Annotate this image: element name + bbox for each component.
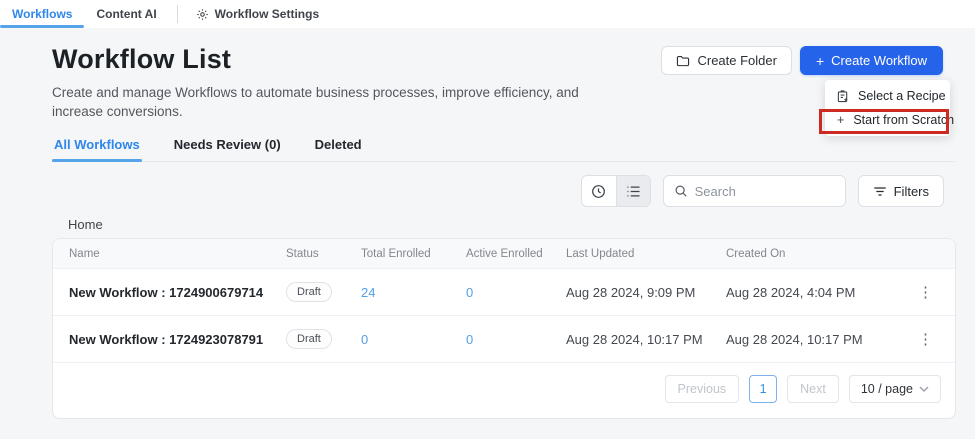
last-updated-value: Aug 28 2024, 9:09 PM — [566, 285, 726, 300]
page-description: Create and manage Workflows to automate … — [52, 83, 582, 121]
column-header-total-enrolled: Total Enrolled — [361, 248, 466, 260]
active-enrolled-link[interactable]: 0 — [466, 332, 566, 347]
page-size-select[interactable]: 10 / page — [849, 375, 941, 403]
kebab-menu-icon[interactable]: ⋮ — [912, 328, 939, 350]
dropdown-item-select-recipe[interactable]: Select a Recipe — [825, 84, 950, 108]
list-toolbar: Filters — [0, 175, 944, 207]
next-page-button[interactable]: Next — [787, 375, 839, 403]
column-header-active-enrolled: Active Enrolled — [466, 248, 566, 260]
search-icon — [674, 184, 688, 198]
column-header-created-on: Created On — [726, 248, 906, 260]
nav-settings-label: Workflow Settings — [215, 7, 319, 21]
create-workflow-label: Create Workflow — [831, 53, 927, 68]
breadcrumb[interactable]: Home — [68, 217, 975, 232]
create-folder-button[interactable]: Create Folder — [661, 46, 791, 75]
column-header-last-updated: Last Updated — [566, 248, 726, 260]
table-row: New Workflow : 1724923078791 Draft 0 0 A… — [53, 316, 955, 363]
dropdown-start-scratch-label: Start from Scratch — [853, 113, 954, 127]
gear-icon — [196, 8, 209, 21]
nav-divider — [177, 5, 178, 23]
table-header-row: Name Status Total Enrolled Active Enroll… — [53, 239, 955, 269]
tab-needs-review[interactable]: Needs Review (0) — [172, 137, 283, 161]
active-enrolled-link[interactable]: 0 — [466, 285, 566, 300]
clock-icon — [591, 184, 606, 199]
list-view-icon — [626, 185, 641, 198]
workflow-name-link[interactable]: New Workflow : 1724900679714 — [69, 285, 286, 300]
filters-label: Filters — [894, 184, 929, 199]
nav-tab-workflows[interactable]: Workflows — [0, 0, 84, 28]
main-content: Workflow List Create and manage Workflow… — [0, 28, 975, 439]
nav-tab-workflow-settings[interactable]: Workflow Settings — [186, 0, 329, 28]
list-view-toggle[interactable] — [616, 176, 650, 206]
nav-tab-content-ai[interactable]: Content AI — [84, 0, 168, 28]
view-toggle — [581, 175, 651, 207]
folder-icon — [676, 55, 690, 67]
workflow-table-card: Name Status Total Enrolled Active Enroll… — [52, 238, 956, 419]
pagination: Previous 1 Next 10 / page — [53, 363, 955, 418]
search-input[interactable] — [695, 184, 835, 199]
plus-icon: + — [837, 113, 844, 127]
page-header-text: Workflow List Create and manage Workflow… — [52, 44, 582, 121]
workflow-tabs: All Workflows Needs Review (0) Deleted — [52, 137, 955, 162]
filter-icon — [873, 186, 887, 197]
status-badge: Draft — [286, 282, 332, 302]
chevron-down-icon — [919, 386, 929, 392]
last-updated-value: Aug 28 2024, 10:17 PM — [566, 332, 726, 347]
total-enrolled-link[interactable]: 24 — [361, 285, 466, 300]
table-row: New Workflow : 1724900679714 Draft 24 0 … — [53, 269, 955, 316]
recipe-icon — [837, 90, 849, 103]
status-badge: Draft — [286, 329, 332, 349]
previous-page-button[interactable]: Previous — [665, 375, 740, 403]
kebab-menu-icon[interactable]: ⋮ — [912, 281, 939, 303]
search-box — [663, 175, 846, 207]
plus-icon: + — [816, 54, 824, 68]
total-enrolled-link[interactable]: 0 — [361, 332, 466, 347]
tab-deleted[interactable]: Deleted — [313, 137, 364, 161]
page-number-button[interactable]: 1 — [749, 375, 777, 403]
created-on-value: Aug 28 2024, 10:17 PM — [726, 332, 906, 347]
tab-all-workflows[interactable]: All Workflows — [52, 137, 142, 161]
create-workflow-button[interactable]: + Create Workflow — [800, 46, 943, 75]
column-header-name: Name — [69, 248, 286, 260]
page-size-label: 10 / page — [861, 382, 913, 396]
top-navigation: Workflows Content AI Workflow Settings — [0, 0, 975, 28]
dropdown-select-recipe-label: Select a Recipe — [858, 89, 946, 103]
recent-view-toggle[interactable] — [582, 176, 616, 206]
workflow-name-link[interactable]: New Workflow : 1724923078791 — [69, 332, 286, 347]
filters-button[interactable]: Filters — [858, 175, 944, 207]
page-title: Workflow List — [52, 44, 582, 75]
dropdown-item-start-from-scratch[interactable]: + Start from Scratch — [825, 108, 950, 132]
created-on-value: Aug 28 2024, 4:04 PM — [726, 285, 906, 300]
column-header-status: Status — [286, 248, 361, 260]
create-folder-label: Create Folder — [697, 53, 776, 68]
create-workflow-dropdown: Select a Recipe + Start from Scratch — [825, 80, 950, 136]
